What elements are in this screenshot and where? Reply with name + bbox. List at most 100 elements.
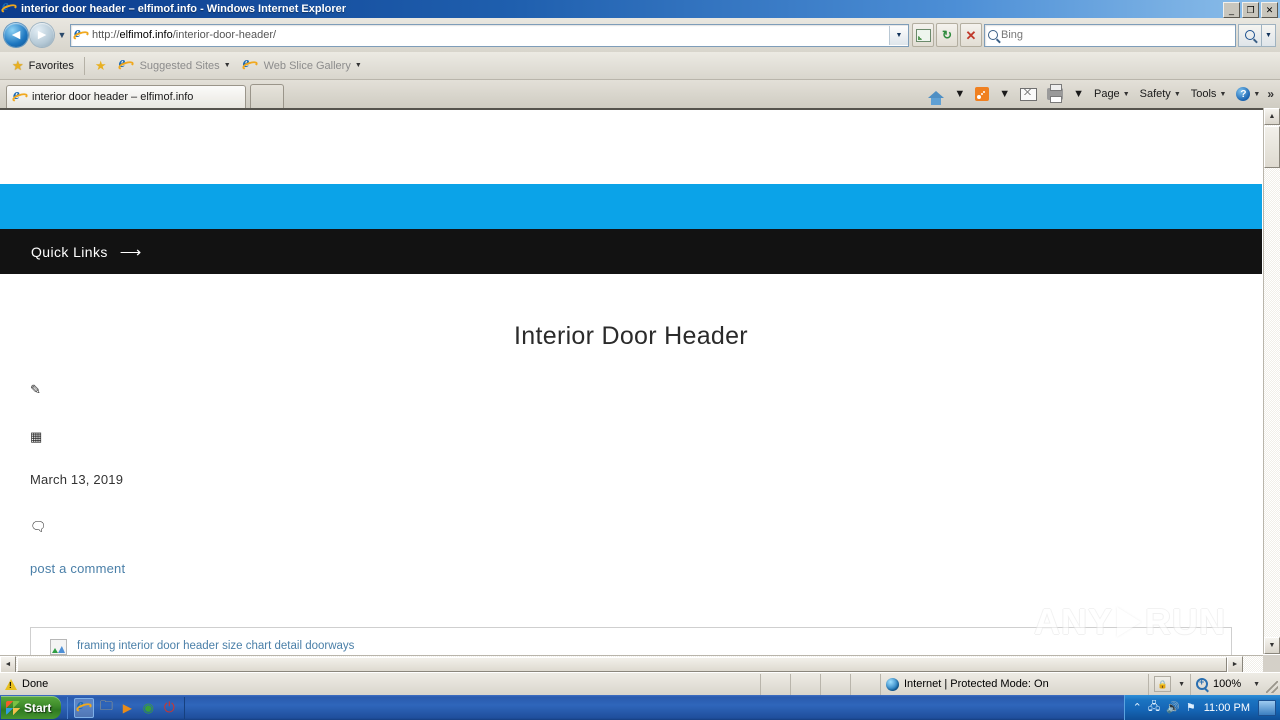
site-accent-bar [0,184,1262,229]
privacy-report-cell[interactable]: 🔒 ▼ [1148,673,1190,695]
status-bar: Done Internet | Protected Mode: On 🔒 ▼ 1… [0,672,1280,695]
compatibility-view-button[interactable] [912,23,934,47]
quick-launch-bar: 🗀 ▶ ◉ ⏻ [67,696,186,719]
refresh-icon: ↻ [941,28,953,42]
url-host: elfimof.info [119,29,173,41]
status-cell-2 [790,673,820,695]
chevron-down-icon: ▼ [1253,90,1261,98]
favorites-label: Favorites [28,59,74,72]
title-bar: interior door header – elfimof.info - Wi… [0,0,1280,18]
address-dropdown-button[interactable]: ▼ [889,25,908,45]
minimize-button[interactable]: _ [1223,2,1240,18]
search-go-button[interactable] [1238,23,1262,47]
status-text-cell: Done [0,674,760,695]
taskbar-windows-explorer-icon[interactable]: 🗀 [97,698,115,717]
show-desktop-button[interactable] [1258,699,1276,716]
article-image-container: framing interior door header size chart … [30,627,1232,655]
favorites-separator [83,56,85,75]
page-viewport: Quick Links ⟶ Interior Door Header ✎ ▦ M… [0,108,1280,672]
taskbar-google-chrome-icon[interactable]: ◉ [139,699,157,717]
back-button[interactable]: ◄ [4,23,28,47]
mail-icon [1020,87,1038,101]
lock-icon: 🔒 [1154,676,1172,692]
web-slice-gallery-button[interactable]: Web Slice Gallery ▼ [237,55,368,76]
page-menu-label: Page [1093,88,1120,100]
web-slice-gallery-label: Web Slice Gallery [263,59,351,72]
author-meta-row: ✎ [30,380,1232,398]
taskbar-internet-explorer-icon[interactable] [74,697,95,718]
horizontal-scrollbar[interactable]: ◄ ► [0,655,1263,672]
favorites-button[interactable]: ★ Favorites [6,56,80,76]
zoom-icon [1196,677,1208,690]
action-center-flag-icon[interactable]: ⚑ [1186,701,1196,714]
chevron-down-icon: ▼ [1178,680,1185,688]
chevron-down-icon: ▼ [1173,90,1181,98]
suggested-sites-label: Suggested Sites [139,59,220,72]
calendar-icon: ▦ [30,428,43,444]
close-button[interactable]: ✕ [1261,2,1278,18]
broken-image-icon [50,639,67,655]
horizontal-scroll-thumb[interactable] [17,656,1227,672]
resize-grip[interactable] [1266,681,1278,693]
add-favorite-icon: ★ [94,58,107,73]
search-input[interactable]: Bing [1001,29,1235,41]
home-button[interactable] [923,83,949,105]
recent-pages-dropdown[interactable]: ▼ [56,30,68,40]
taskbar-media-player-icon[interactable]: ▶ [118,699,136,717]
chevron-down-icon[interactable]: ▼ [1253,681,1260,688]
print-button[interactable] [1042,83,1068,105]
refresh-button[interactable]: ↻ [936,23,958,47]
url-scheme: http:// [92,29,120,41]
scroll-down-button[interactable]: ▼ [1264,637,1280,654]
tab-active[interactable]: interior door header – elfimof.info [6,85,246,108]
page-menu[interactable]: Page ▼ [1089,83,1135,105]
vertical-scroll-thumb[interactable] [1264,126,1280,168]
help-menu[interactable]: ? ▼ [1231,83,1265,105]
command-bar-overflow-button[interactable]: » [1265,87,1276,101]
ie-browser-window: interior door header – elfimof.info - Wi… [0,0,1280,720]
ie-logo-icon [2,0,18,17]
security-zone-cell[interactable]: Internet | Protected Mode: On [880,673,1148,695]
restore-button[interactable]: ❐ [1242,2,1259,18]
status-text: Done [22,678,49,690]
scrollbar-corner [1263,655,1280,672]
search-provider-dropdown[interactable]: ▼ [1262,23,1276,47]
clock[interactable]: 11:00 PM [1204,702,1250,714]
quick-links-bar[interactable]: Quick Links ⟶ [0,229,1262,274]
home-dropdown[interactable]: ▼ [949,83,970,105]
suggested-sites-button[interactable]: Suggested Sites ▼ [113,55,237,76]
network-icon[interactable]: 🖧 [1148,698,1160,717]
site-header-blank [0,110,1262,184]
new-tab-button[interactable] [250,84,284,108]
scroll-left-button[interactable]: ◄ [0,655,16,672]
address-bar[interactable]: http://elfimof.info/interior-door-header… [70,23,909,47]
chevron-down-icon: ▼ [223,62,231,69]
scroll-right-button[interactable]: ► [1227,655,1243,672]
zoom-level: 100% [1213,678,1242,690]
volume-icon[interactable]: 🔊 [1166,701,1180,714]
feeds-dropdown[interactable]: ▼ [994,83,1015,105]
tools-menu[interactable]: Tools ▼ [1186,83,1232,105]
globe-icon [886,677,899,691]
post-a-comment-link[interactable]: post a comment [30,561,1232,576]
forward-button[interactable]: ► [30,23,54,47]
taskbar-shutdown-icon[interactable]: ⏻ [160,699,178,717]
favorites-bar: ★ Favorites ★ Suggested Sites ▼ Web Slic… [0,52,1280,80]
star-icon: ★ [12,58,24,73]
stop-button[interactable]: ✕ [960,23,982,47]
search-icon [985,30,1001,40]
scroll-up-button[interactable]: ▲ [1264,108,1280,125]
add-to-favorites-bar-button[interactable]: ★ [89,56,113,76]
read-mail-button[interactable] [1015,83,1042,105]
feeds-button[interactable] [970,83,994,105]
print-dropdown[interactable]: ▼ [1068,83,1089,105]
security-zone-text: Internet | Protected Mode: On [904,678,1049,690]
start-button[interactable]: Start [1,696,62,719]
safety-menu[interactable]: Safety ▼ [1135,83,1186,105]
tab-label: interior door header – elfimof.info [32,91,194,103]
vertical-scrollbar[interactable]: ▲ ▼ [1263,108,1280,654]
safety-menu-label: Safety [1139,88,1171,100]
image-alt-text[interactable]: framing interior door header size chart … [77,640,354,652]
search-box[interactable]: Bing [984,23,1236,47]
show-hidden-icons-button[interactable]: ⌃ [1133,701,1142,714]
